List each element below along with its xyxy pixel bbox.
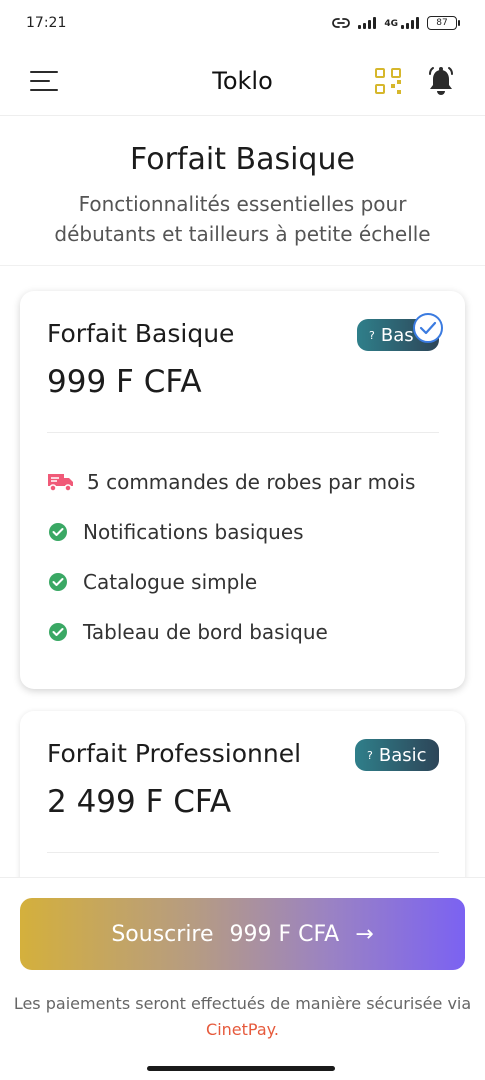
check-circle-icon	[49, 623, 67, 641]
qr-code-icon[interactable]	[375, 67, 401, 94]
truck-icon	[48, 474, 73, 492]
question-icon: ?	[367, 748, 373, 762]
divider	[47, 852, 439, 853]
check-circle-icon	[49, 523, 67, 541]
status-icons: 4G 87	[332, 16, 460, 30]
plan-badge-label: Bas	[380, 324, 414, 346]
payment-note: Les paiements seront effectués de manièr…	[0, 991, 485, 1043]
page-subtitle: Fonctionnalités essentielles pour débuta…	[54, 192, 431, 246]
signal-icon	[358, 17, 377, 29]
feature-label: Notifications basiques	[83, 520, 304, 544]
feature-item: Notifications basiques	[47, 507, 439, 557]
plan-price: 2 499 F CFA	[47, 784, 232, 820]
signal-icon-secondary	[401, 17, 419, 29]
network-type: 4G	[384, 19, 398, 29]
plan-badge-label: Basic	[378, 744, 427, 766]
payment-note-end: .	[273, 1020, 279, 1039]
payment-note-text: Les paiements seront effectués de manièr…	[13, 994, 472, 1013]
network-indicator: 4G	[384, 17, 419, 29]
feature-list: 5 commandes de robes par mois Notificati…	[47, 457, 439, 657]
subscribe-label: Souscrire	[111, 921, 214, 947]
app-header: Toklo	[0, 46, 485, 116]
bottom-panel: Souscrire 999 F CFA → Les paiements sero…	[0, 877, 485, 1080]
feature-item: 5 commandes de robes par mois	[47, 457, 439, 507]
battery-level: 87	[436, 18, 448, 28]
check-circle-icon	[49, 573, 67, 591]
plan-intro: Forfait Basique Fonctionnalités essentie…	[0, 116, 485, 266]
status-time: 17:21	[26, 15, 67, 31]
payment-provider-link[interactable]: CinetPay	[206, 1020, 274, 1039]
plan-price: 999 F CFA	[47, 364, 202, 400]
divider	[47, 432, 439, 433]
plan-card-basique[interactable]: Forfait Basique 999 F CFA ? Bas 5 comman…	[20, 291, 465, 689]
subscribe-price: 999 F CFA	[229, 921, 340, 947]
status-bar: 17:21 4G 87	[0, 0, 485, 46]
subscription-screen: 17:21 4G 87 Toklo Forfait Basique Foncti…	[0, 0, 485, 1080]
home-indicator[interactable]	[147, 1066, 335, 1071]
feature-item: Tableau de bord basique	[47, 607, 439, 657]
header-actions	[375, 66, 455, 96]
feature-label: 5 commandes de robes par mois	[87, 470, 416, 494]
link-icon	[332, 18, 351, 28]
menu-icon[interactable]	[30, 70, 58, 91]
battery-icon: 87	[427, 16, 460, 30]
question-icon: ?	[369, 328, 375, 342]
arrow-right-icon: →	[355, 921, 374, 947]
page-title: Forfait Basique	[130, 142, 355, 177]
feature-item: Catalogue simple	[47, 557, 439, 607]
selected-check-icon	[413, 313, 443, 343]
feature-label: Tableau de bord basique	[83, 620, 328, 644]
bell-icon[interactable]	[427, 66, 455, 96]
plan-badge: ? Basic	[355, 739, 439, 771]
subscribe-button[interactable]: Souscrire 999 F CFA →	[20, 898, 465, 970]
feature-label: Catalogue simple	[83, 570, 258, 594]
